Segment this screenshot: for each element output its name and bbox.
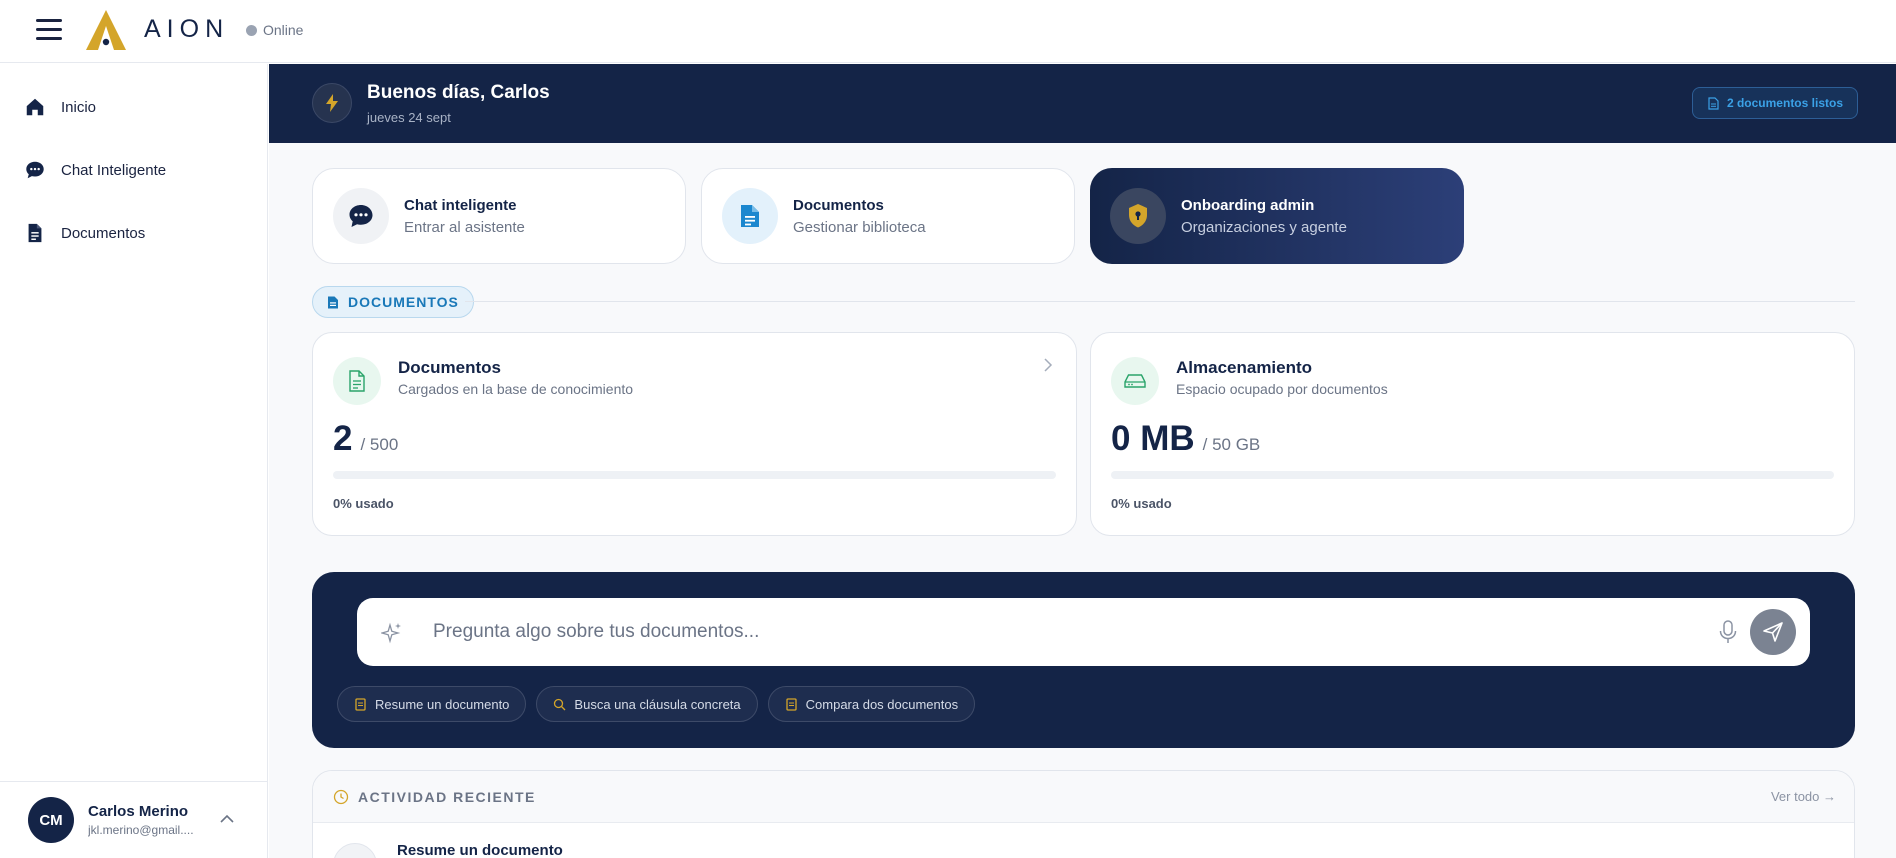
sparkle-icon	[381, 622, 401, 644]
user-email: jkl.merino@gmail....	[88, 823, 194, 837]
send-icon	[1763, 622, 1783, 642]
stat-limit: / 500	[360, 435, 399, 454]
stat-value: 0 MB	[1111, 419, 1195, 458]
document-icon	[28, 223, 42, 243]
sidebar-item-label: Chat Inteligente	[61, 161, 167, 179]
status-indicator: Online	[246, 22, 303, 38]
section-label-text: DOCUMENTOS	[348, 294, 459, 310]
quick-card-title: Documentos	[793, 196, 884, 214]
documents-ready-badge[interactable]: 2 documentos listos	[1691, 87, 1858, 119]
clock-icon	[333, 789, 349, 805]
greeting-title: Buenos días, Carlos	[367, 82, 550, 103]
ask-panel: Resume un documento Busca una cláusula c…	[312, 572, 1855, 748]
aion-logo	[86, 10, 126, 50]
quick-card-chat[interactable]: Chat inteligente Entrar al asistente	[312, 168, 686, 264]
usage-label: 0% usado	[1111, 496, 1172, 511]
quick-card-title: Chat inteligente	[404, 196, 517, 214]
stat-subtitle: Cargados en la base de conocimiento	[398, 381, 634, 397]
send-button[interactable]	[1750, 609, 1796, 655]
chevron-right-icon[interactable]	[1042, 357, 1054, 373]
quick-card-subtitle: Entrar al asistente	[404, 218, 525, 236]
quick-card-documentos[interactable]: Documentos Gestionar biblioteca	[701, 168, 1075, 264]
drive-icon	[1111, 357, 1159, 405]
suggestion-chips: Resume un documento Busca una cláusula c…	[337, 686, 985, 722]
stat-title: Documentos	[398, 358, 501, 377]
suggestion-chip-search-clause[interactable]: Busca una cláusula concreta	[536, 686, 758, 722]
quick-card-subtitle: Organizaciones y agente	[1181, 218, 1347, 236]
lightning-icon	[312, 83, 352, 123]
quick-card-subtitle: Gestionar biblioteca	[793, 218, 926, 236]
shield-icon	[1110, 188, 1166, 244]
document-icon	[785, 697, 797, 711]
suggestion-chip-summarize[interactable]: Resume un documento	[337, 686, 527, 722]
home-icon	[26, 98, 44, 116]
file-icon	[333, 357, 381, 405]
ask-input[interactable]	[433, 616, 1673, 648]
status-dot	[246, 24, 257, 36]
quick-card-onboarding[interactable]: Onboarding admin Organizaciones y agente	[1090, 168, 1464, 264]
recent-activity-panel: ACTIVIDAD RECIENTE Ver todo → Resume un …	[312, 770, 1855, 858]
usage-bar	[333, 471, 1056, 479]
search-icon	[554, 698, 566, 710]
usage-label: 0% usado	[333, 496, 394, 511]
top-bar: AION Online	[0, 0, 1896, 63]
suggestion-label: Compara dos documentos	[805, 696, 959, 712]
document-icon	[355, 697, 366, 711]
sidebar-item-documentos[interactable]: Documentos	[0, 211, 268, 255]
ask-field-container	[357, 598, 1810, 666]
document-icon	[722, 188, 778, 244]
stat-subtitle: Espacio ocupado por documentos	[1176, 381, 1388, 397]
stat-value: 2	[333, 419, 353, 458]
microphone-icon[interactable]	[1717, 619, 1739, 645]
stat-title: Almacenamiento	[1176, 358, 1313, 377]
chat-bubble-icon	[333, 188, 389, 244]
suggestion-label: Resume un documento	[375, 696, 510, 712]
user-name: Carlos Merino	[88, 803, 189, 820]
status-label: Online	[263, 22, 304, 38]
stat-card-almacenamiento[interactable]: Almacenamiento Espacio ocupado por docum…	[1090, 332, 1855, 536]
recent-activity-header: ACTIVIDAD RECIENTE Ver todo →	[313, 771, 1854, 823]
stat-limit: / 50 GB	[1202, 435, 1261, 454]
chevron-up-icon[interactable]	[218, 810, 236, 828]
menu-icon[interactable]	[36, 19, 62, 41]
user-profile[interactable]: CM Carlos Merino jkl.merino@gmail....	[0, 781, 268, 858]
sidebar-item-label: Documentos	[61, 224, 146, 242]
document-icon	[328, 296, 338, 308]
quick-card-title: Onboarding admin	[1181, 196, 1315, 214]
sidebar-item-inicio[interactable]: Inicio	[0, 85, 268, 129]
file-icon	[1708, 96, 1719, 110]
suggestion-chip-compare[interactable]: Compara dos documentos	[767, 686, 976, 722]
sidebar-item-label: Inicio	[61, 98, 97, 116]
section-divider	[465, 301, 1855, 302]
list-item-title: Resume un documento	[397, 842, 563, 858]
avatar: CM	[28, 797, 74, 843]
sidebar: Inicio Chat Inteligente Documentos CM Ca…	[0, 64, 268, 858]
documents-ready-label: 2 documentos listos	[1726, 96, 1843, 110]
sidebar-item-chat[interactable]: Chat Inteligente	[0, 148, 268, 192]
suggestion-label: Busca una cláusula concreta	[574, 696, 741, 712]
document-icon	[333, 843, 377, 858]
usage-bar	[1111, 471, 1834, 479]
stat-card-documentos[interactable]: Documentos Cargados en la base de conoci…	[312, 332, 1077, 536]
chat-icon	[26, 161, 44, 179]
main-content: Buenos días, Carlos jueves 24 sept 2 doc…	[269, 64, 1896, 858]
section-label-documentos: DOCUMENTOS	[312, 286, 474, 318]
brand-name: AION	[144, 15, 230, 43]
see-all-link[interactable]: Ver todo →	[1771, 789, 1836, 804]
greeting-banner: Buenos días, Carlos jueves 24 sept 2 doc…	[269, 64, 1896, 143]
greeting-date: jueves 24 sept	[367, 110, 451, 125]
recent-activity-title: ACTIVIDAD RECIENTE	[358, 789, 536, 805]
list-item[interactable]: Resume un documento	[313, 823, 1854, 858]
